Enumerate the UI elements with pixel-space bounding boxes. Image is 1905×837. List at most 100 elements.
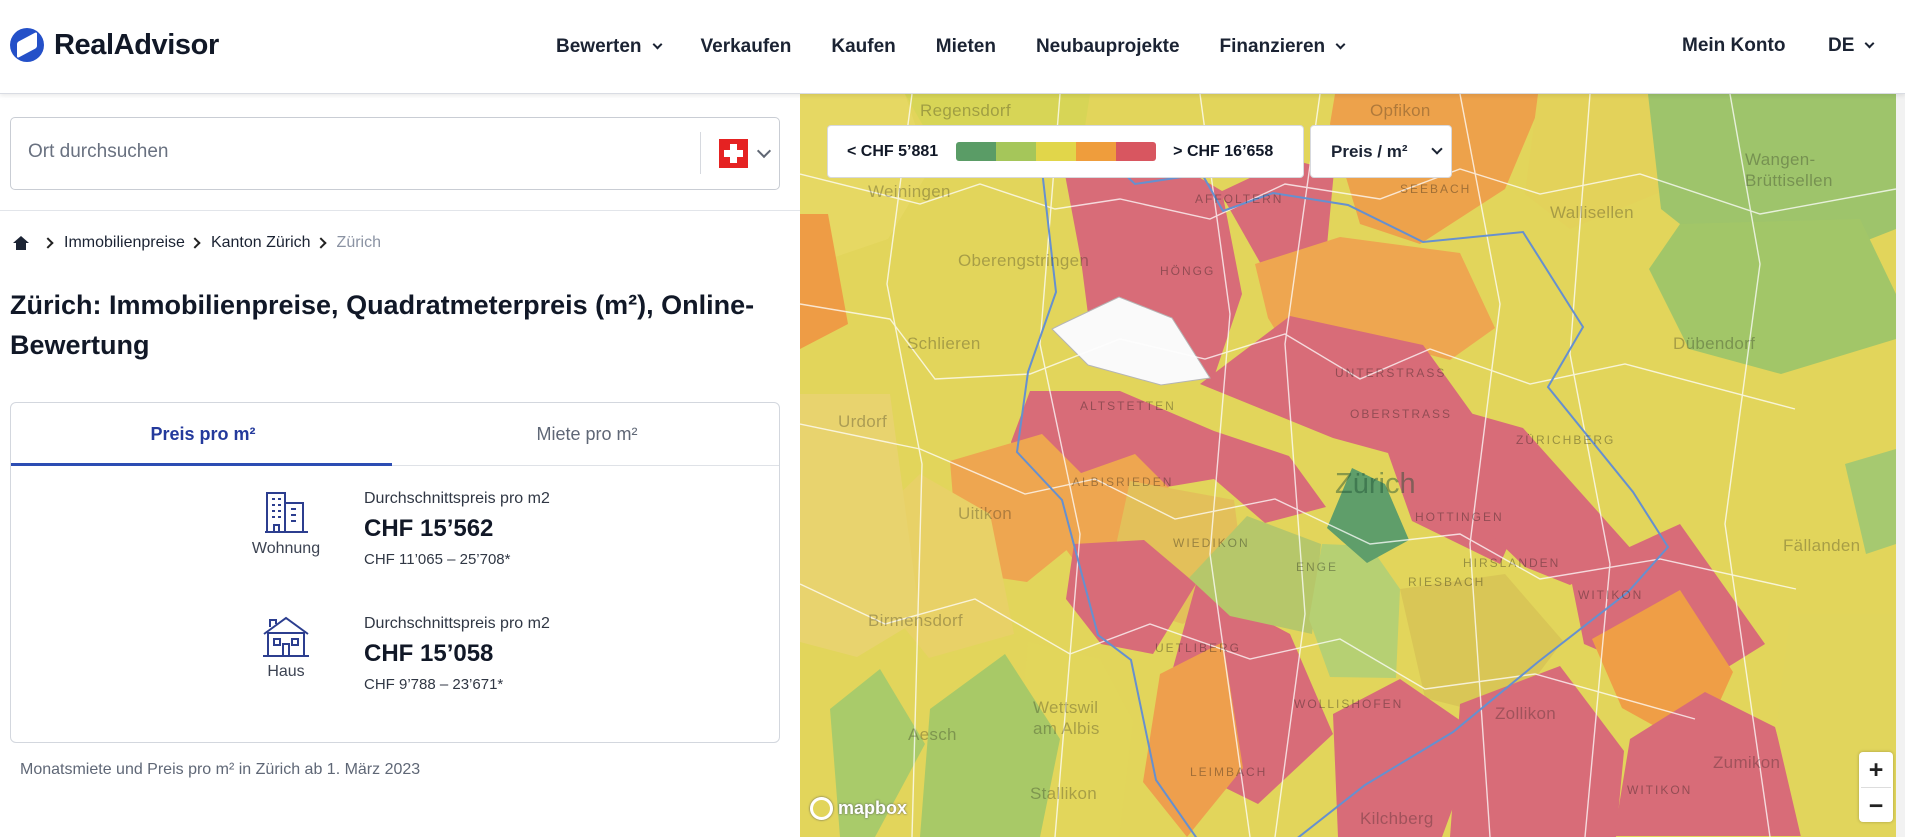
brand-name: RealAdvisor [54,28,219,61]
map-place-label: Birmensdorf [868,611,963,630]
map-place-label: Wangen-Brüttisellen [1745,150,1833,190]
chevron-down-icon[interactable] [756,143,772,159]
map-place-label: Fällanden [1783,536,1861,555]
location-search-box [10,117,780,190]
price-per-square-meter-card: Preis pro m² Miete pro m² Wohnung Durchs… [10,402,780,743]
house-price-row: Haus Durchschnittspreis pro m2 CHF 15’05… [11,613,779,723]
district-label: Uetliberg [1155,641,1242,655]
map-metric-selector[interactable]: Preis / m² [1310,125,1452,178]
breadcrumb-current: Zürich [336,234,381,251]
apartment-price-range: CHF 11’065 – 25’708* [364,551,511,568]
map-place-label: Opfikon [1370,101,1431,120]
district-label: Wiedikon [1173,536,1250,550]
swiss-flag-icon[interactable] [719,139,748,168]
account-link[interactable]: Mein Konto [1682,35,1785,57]
map-place-label: Regensdorf [920,101,1011,120]
tab-price-per-m2[interactable]: Preis pro m² [11,403,395,465]
district-label: Zürichberg [1516,433,1616,447]
chevron-right-icon [189,237,201,249]
apartment-type: Wohnung [251,488,321,558]
page-scrollbar[interactable] [1896,0,1905,837]
map-place-label: Schlieren [907,334,981,353]
map-place-label: Zumikon [1713,753,1781,772]
district-label: Wollishofen [1294,697,1404,711]
legend-max-label: > CHF 16’658 [1173,142,1274,160]
price-heat-map[interactable]: < CHF 5’881 > CHF 16’658 Preis / m² Rege… [800,94,1896,837]
breadcrumb-item-kanton-zurich[interactable]: Kanton Zürich [211,234,311,252]
legend-color-low [956,142,997,161]
map-place-label: Dübendorf [1673,334,1756,353]
tab-rent-per-m2[interactable]: Miete pro m² [395,403,779,465]
district-label: Riesbach [1408,575,1486,589]
map-place-label: Aesch [908,725,957,744]
nav-bewerten[interactable]: Bewerten [556,35,662,59]
zurich-map-label: Zürich [1335,468,1416,500]
average-price-caption: Durchschnittspreis pro m2 [364,490,550,507]
house-type: Haus [251,613,321,681]
district-label: Unterstrass [1335,366,1447,380]
active-tab-indicator [11,463,392,466]
price-legend: < CHF 5’881 > CHF 16’658 [827,125,1304,178]
search-divider [700,132,701,174]
nav-mieten[interactable]: Mieten [936,35,996,59]
chevron-down-icon [1864,38,1875,49]
district-label: Albisrieden [1072,475,1174,489]
map-place-label: Wettswil am Albis [1033,698,1100,738]
district-label: Höngg [1160,264,1216,278]
chevron-down-icon [1335,39,1346,50]
house-average-price: CHF 15’058 [364,640,494,667]
property-type-label: Wohnung [251,540,321,557]
location-info-panel: Immobilienpreise Kanton Zürich Zürich Zü… [0,94,800,837]
breadcrumb-item-immobilienpreise[interactable]: Immobilienpreise [64,234,185,252]
map-regions [800,94,1896,837]
map-place-label: Uitikon [958,504,1013,523]
mapbox-icon [810,797,833,820]
house-icon [263,616,309,657]
chevron-right-icon [314,237,327,249]
language-selector[interactable]: DE [1828,35,1875,57]
district-label: Witikon [1578,588,1644,602]
zoom-out-button[interactable]: − [1859,788,1893,823]
realadvisor-logo[interactable]: RealAdvisor [10,28,219,62]
legend-color-medium-high [1076,142,1117,161]
map-place-label: Urdorf [838,412,888,431]
selected-map-metric: Preis / m² [1331,141,1408,161]
house-price-info: Durchschnittspreis pro m2 CHF 15’058 CHF… [364,615,550,693]
page-title: Zürich: Immobilienpreise, Quadratmeterpr… [10,290,755,360]
house-price-range: CHF 9’788 – 23’671* [364,676,504,693]
apartment-price-info: Durchschnittspreis pro m2 CHF 15’562 CHF… [364,490,550,568]
location-search-input[interactable] [28,141,678,163]
average-price-caption: Durchschnittspreis pro m2 [364,615,550,632]
district-label: Altstetten [1080,399,1176,413]
zoom-in-button[interactable]: + [1859,752,1893,787]
district-label: Witikon [1627,783,1693,797]
nav-neubauprojekte[interactable]: Neubauprojekte [1036,35,1180,59]
map-zoom-controls: + − [1859,752,1893,822]
nav-kaufen[interactable]: Kaufen [831,35,895,59]
nav-verkaufen[interactable]: Verkaufen [701,35,792,59]
map-place-label: Oberengstringen [958,251,1090,270]
property-type-label: Haus [267,663,305,680]
home-icon[interactable] [12,235,30,251]
district-label: Hottingen [1415,510,1504,524]
legend-color-medium-low [996,142,1037,161]
breadcrumb: Immobilienpreise Kanton Zürich Zürich [12,234,381,252]
chevron-right-icon [42,237,54,249]
top-navigation-bar: RealAdvisor Bewerten Verkaufen Kaufen Mi… [0,0,1905,94]
map-place-label: Stallikon [1030,784,1097,803]
district-label: Oberstrass [1350,407,1453,421]
price-footnote: Monatsmiete und Preis pro m² in Zürich a… [20,761,421,778]
nav-finanzieren[interactable]: Finanzieren [1220,35,1346,59]
district-label: Enge [1296,560,1339,574]
mapbox-attribution[interactable]: mapbox [810,797,907,820]
apartment-average-price: CHF 15’562 [364,515,494,542]
map-place-label: Zollikon [1495,704,1556,723]
legend-color-high [1116,142,1157,161]
main-navigation: Bewerten Verkaufen Kaufen Mieten Neubaup… [556,35,1384,59]
map-place-label: Weiningen [868,182,951,201]
legend-color-medium [1036,142,1077,161]
price-color-scale [956,142,1157,161]
apartment-price-row: Wohnung Durchschnittspreis pro m2 CHF 15… [11,488,779,598]
district-label: Hirslanden [1463,556,1561,570]
chevron-down-icon [652,39,662,50]
